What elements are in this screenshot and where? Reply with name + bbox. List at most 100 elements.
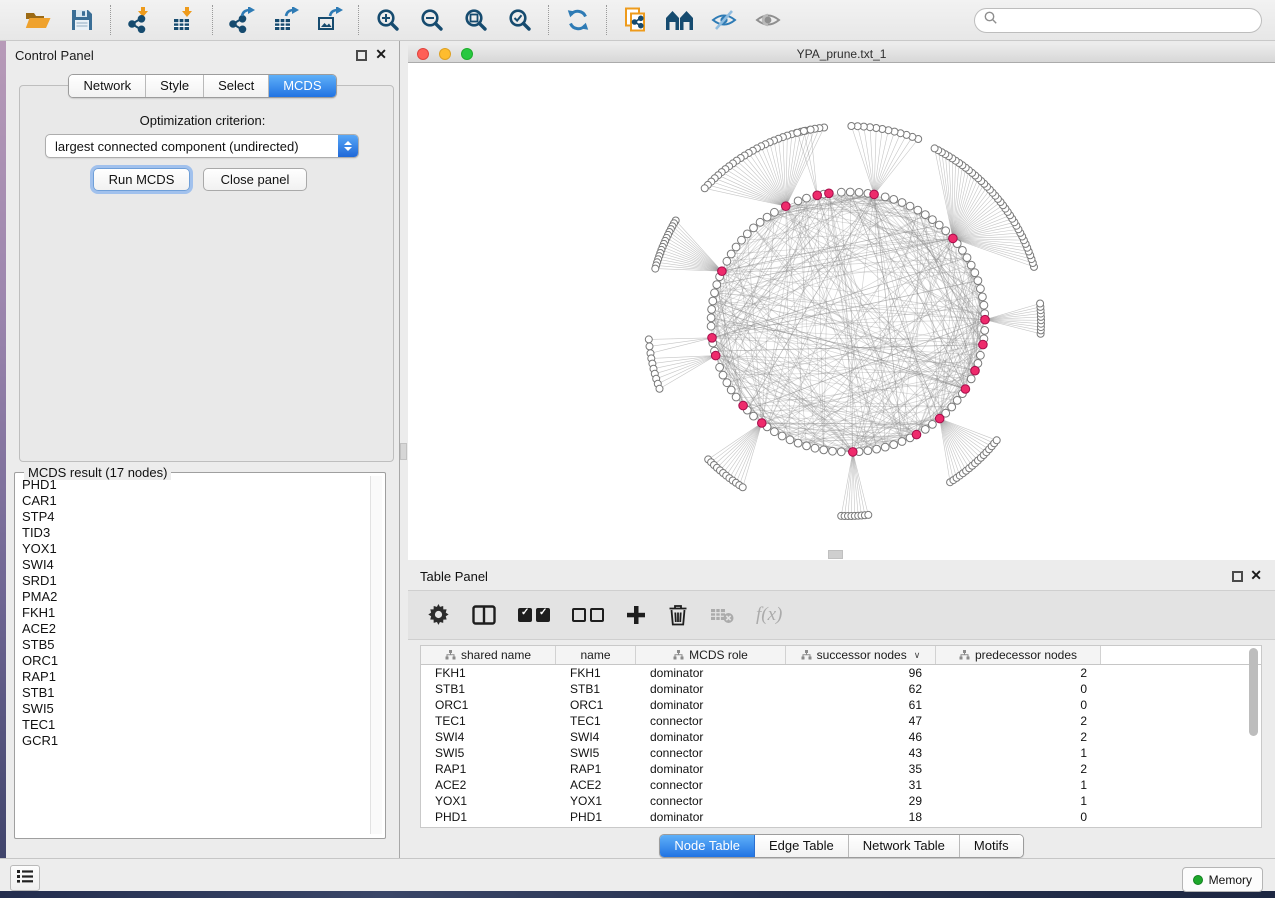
gear-button[interactable] bbox=[428, 601, 450, 629]
graph-mcds-node[interactable] bbox=[708, 334, 717, 343]
graph-node[interactable] bbox=[811, 444, 819, 452]
graph-node[interactable] bbox=[709, 297, 717, 305]
delete-table-button[interactable] bbox=[710, 601, 734, 629]
table-row[interactable]: YOX1YOX1connector291 bbox=[421, 793, 1261, 809]
import-table-button[interactable] bbox=[169, 5, 199, 35]
graph-node[interactable] bbox=[881, 193, 889, 201]
graph-node[interactable] bbox=[750, 412, 758, 420]
table-row[interactable]: RAP1RAP1dominator352 bbox=[421, 761, 1261, 777]
graph-node[interactable] bbox=[935, 221, 943, 229]
column-header-name[interactable]: name bbox=[556, 646, 636, 664]
mcds-result-item[interactable]: TID3 bbox=[22, 525, 374, 541]
criterion-dropdown[interactable]: largest connected component (undirected) bbox=[45, 134, 359, 158]
graph-leaf-node[interactable] bbox=[800, 128, 807, 135]
mcds-result-item[interactable]: STB5 bbox=[22, 637, 374, 653]
graph-node[interactable] bbox=[786, 436, 794, 444]
network-window-titlebar[interactable]: YPA_prune.txt_1 bbox=[408, 45, 1275, 63]
mcds-result-item[interactable]: PHD1 bbox=[22, 477, 374, 493]
graph-node[interactable] bbox=[967, 375, 975, 383]
graph-mcds-node[interactable] bbox=[718, 267, 727, 276]
graph-node[interactable] bbox=[732, 243, 740, 251]
table-row[interactable]: TEC1TEC1connector472 bbox=[421, 713, 1261, 729]
node-table[interactable]: shared namenameMCDS rolesuccessor nodes∨… bbox=[420, 645, 1262, 828]
graph-leaf-node[interactable] bbox=[701, 185, 708, 192]
graph-mcds-node[interactable] bbox=[739, 401, 748, 410]
horizontal-splitter-handle[interactable] bbox=[828, 550, 843, 559]
mcds-result-item[interactable]: SWI4 bbox=[22, 557, 374, 573]
table-row[interactable]: SWI5SWI5connector431 bbox=[421, 745, 1261, 761]
apply-layout-button[interactable] bbox=[563, 5, 593, 35]
column-header-MCDS-role[interactable]: MCDS role bbox=[636, 646, 786, 664]
clone-network-button[interactable] bbox=[621, 5, 651, 35]
tab-style[interactable]: Style bbox=[146, 75, 204, 97]
close-panel-button[interactable]: Close panel bbox=[203, 168, 307, 191]
graph-node[interactable] bbox=[803, 194, 811, 202]
tab-network[interactable]: Network bbox=[69, 75, 146, 97]
column-header-predecessor-nodes[interactable]: predecessor nodes bbox=[936, 646, 1101, 664]
column-header-successor-nodes[interactable]: successor nodes∨ bbox=[786, 646, 936, 664]
graph-mcds-node[interactable] bbox=[711, 351, 720, 360]
graph-leaf-node[interactable] bbox=[865, 511, 872, 518]
graph-node[interactable] bbox=[732, 393, 740, 401]
table-row[interactable]: FKH1FKH1dominator962 bbox=[421, 665, 1261, 681]
graph-node[interactable] bbox=[820, 446, 828, 454]
graph-mcds-node[interactable] bbox=[935, 414, 944, 423]
graph-node[interactable] bbox=[967, 261, 975, 269]
run-mcds-button[interactable]: Run MCDS bbox=[93, 168, 190, 191]
delete-button[interactable] bbox=[668, 601, 688, 629]
graph-node[interactable] bbox=[906, 202, 914, 210]
graph-node[interactable] bbox=[716, 363, 724, 371]
graph-node[interactable] bbox=[727, 386, 735, 394]
mcds-result-item[interactable]: FKH1 bbox=[22, 605, 374, 621]
save-button[interactable] bbox=[67, 5, 97, 35]
graph-mcds-node[interactable] bbox=[981, 315, 990, 324]
graph-node[interactable] bbox=[723, 379, 731, 387]
graph-node[interactable] bbox=[794, 439, 802, 447]
memory-button[interactable]: Memory bbox=[1182, 867, 1263, 892]
mcds-result-item[interactable]: PMA2 bbox=[22, 589, 374, 605]
show-all-button[interactable] bbox=[753, 5, 783, 35]
tab-mcds[interactable]: MCDS bbox=[269, 75, 335, 97]
mcds-result-item[interactable]: STP4 bbox=[22, 509, 374, 525]
graph-mcds-node[interactable] bbox=[979, 340, 988, 349]
mcds-result-item[interactable]: TEC1 bbox=[22, 717, 374, 733]
mcds-result-list[interactable]: PHD1CAR1STP4TID3YOX1SWI4SRD1PMA2FKH1ACE2… bbox=[18, 477, 374, 833]
graph-leaf-node[interactable] bbox=[993, 437, 1000, 444]
mcds-result-item[interactable]: SRD1 bbox=[22, 573, 374, 589]
graph-node[interactable] bbox=[837, 188, 845, 196]
zoom-selected-button[interactable] bbox=[505, 5, 535, 35]
hide-selected-button[interactable] bbox=[709, 5, 739, 35]
graph-leaf-node[interactable] bbox=[656, 385, 663, 392]
tab-edge-table[interactable]: Edge Table bbox=[755, 835, 849, 857]
export-table-button[interactable] bbox=[271, 5, 301, 35]
close-panel-icon[interactable]: ✕ bbox=[375, 49, 387, 60]
mcds-result-item[interactable]: CAR1 bbox=[22, 493, 374, 509]
search-box[interactable] bbox=[974, 8, 1262, 33]
graph-mcds-node[interactable] bbox=[758, 419, 767, 428]
graph-node[interactable] bbox=[881, 443, 889, 451]
tab-select[interactable]: Select bbox=[204, 75, 269, 97]
first-neighbors-button[interactable] bbox=[665, 5, 695, 35]
tab-node-table[interactable]: Node Table bbox=[660, 835, 755, 857]
graph-leaf-node[interactable] bbox=[1037, 300, 1044, 307]
graph-node[interactable] bbox=[756, 218, 764, 226]
graph-leaf-node[interactable] bbox=[848, 123, 855, 130]
graph-node[interactable] bbox=[974, 277, 982, 285]
graph-node[interactable] bbox=[914, 206, 922, 214]
graph-node[interactable] bbox=[898, 199, 906, 207]
graph-mcds-node[interactable] bbox=[949, 234, 958, 243]
graph-leaf-node[interactable] bbox=[739, 484, 746, 491]
table-scrollbar-thumb[interactable] bbox=[1249, 648, 1258, 736]
table-row[interactable]: SWI4SWI4dominator462 bbox=[421, 729, 1261, 745]
mcds-result-item[interactable]: ACE2 bbox=[22, 621, 374, 637]
mcds-result-item[interactable]: YOX1 bbox=[22, 541, 374, 557]
graph-node[interactable] bbox=[953, 397, 961, 405]
graph-mcds-node[interactable] bbox=[961, 385, 970, 394]
splitter-handle[interactable] bbox=[400, 443, 407, 460]
graph-mcds-node[interactable] bbox=[825, 189, 834, 198]
tab-motifs[interactable]: Motifs bbox=[960, 835, 1023, 857]
columns-button[interactable] bbox=[472, 601, 496, 629]
graph-node[interactable] bbox=[980, 301, 988, 309]
zoom-in-button[interactable] bbox=[373, 5, 403, 35]
graph-node[interactable] bbox=[794, 197, 802, 205]
